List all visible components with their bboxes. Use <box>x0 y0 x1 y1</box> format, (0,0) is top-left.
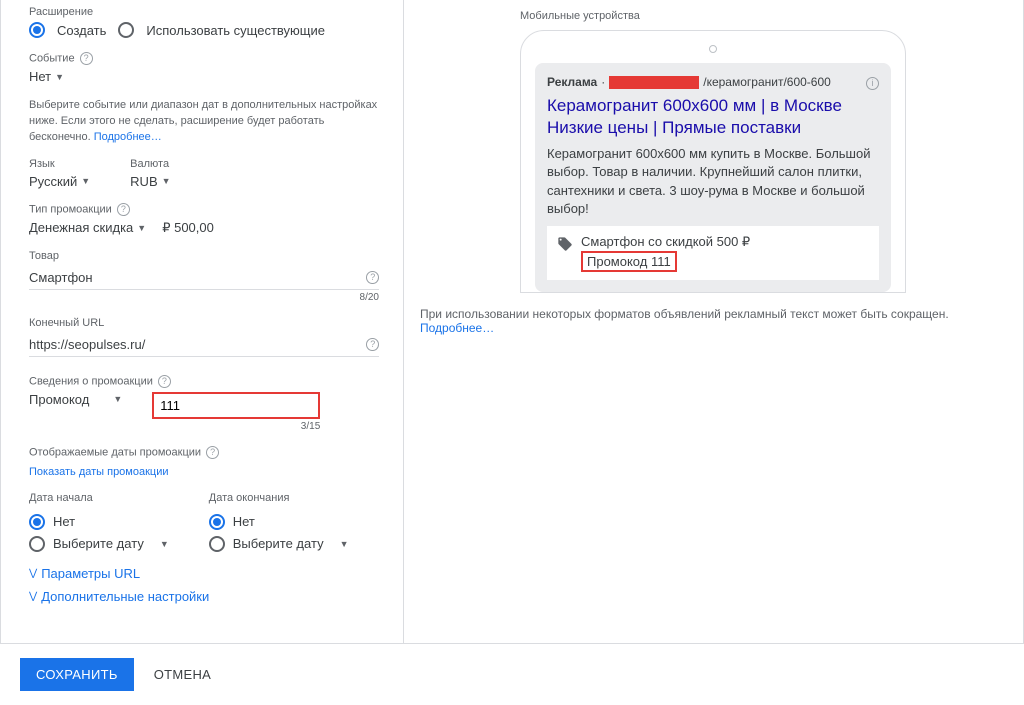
language-label: Язык <box>29 158 90 170</box>
promo-extension[interactable]: Смартфон со скидкой 500 ₽ Промокод 111 <box>547 226 879 280</box>
start-date-label: Дата начала <box>29 492 169 504</box>
ad-headline[interactable]: Керамогранит 600х600 мм | в МосквеНизкие… <box>547 95 879 139</box>
chevron-down-icon: ▼ <box>81 176 90 186</box>
save-button[interactable]: СОХРАНИТЬ <box>20 658 134 691</box>
url-params-link[interactable]: ⋁Параметры URL <box>29 566 387 581</box>
product-counter: 8/20 <box>29 292 379 303</box>
end-date-none[interactable]: Нет <box>209 514 349 530</box>
start-date-none[interactable]: Нет <box>29 514 169 530</box>
help-icon[interactable]: ? <box>117 203 130 216</box>
promo-code-input[interactable] <box>160 398 312 413</box>
promo-code-highlight <box>152 392 320 419</box>
help-icon[interactable]: ? <box>158 375 171 388</box>
event-dropdown[interactable]: Нет▼ <box>29 69 387 84</box>
chevron-down-icon: ⋁ <box>29 568 37 579</box>
phone-preview: i Реклама · /керамогранит/600-600 Керамо… <box>520 30 906 293</box>
ad-label: Реклама <box>547 75 597 89</box>
learn-more-link[interactable]: Подробнее… <box>94 131 162 143</box>
end-date-select[interactable]: Выберите дату▼ <box>209 536 349 552</box>
promo-amount: ₽ 500,00 <box>162 220 214 236</box>
disclaimer-link[interactable]: Подробнее… <box>420 321 494 335</box>
language-dropdown[interactable]: Русский▼ <box>29 174 90 189</box>
phone-notch-icon <box>709 45 717 53</box>
currency-label: Валюта <box>130 158 170 170</box>
advanced-settings-link[interactable]: ⋁Дополнительные настройки <box>29 589 387 604</box>
cancel-button[interactable]: ОТМЕНА <box>154 667 211 682</box>
promo-line1: Смартфон со скидкой 500 ₽ <box>581 234 750 250</box>
promo-line2-highlight: Промокод 111 <box>581 251 677 272</box>
product-label: Товар <box>29 250 387 262</box>
chevron-down-icon: ▼ <box>160 539 169 549</box>
chevron-down-icon: ▼ <box>113 394 122 404</box>
preview-title: Мобильные устройства <box>520 10 1007 22</box>
help-icon[interactable]: ? <box>206 446 219 459</box>
radio-create-label: Создать <box>57 23 106 38</box>
chevron-down-icon: ▼ <box>340 539 349 549</box>
display-dates-label: Отображаемые даты промоакции ? <box>29 446 387 459</box>
chevron-down-icon: ▼ <box>137 223 146 233</box>
chevron-down-icon: ▼ <box>55 72 64 82</box>
final-url-input[interactable] <box>29 333 364 356</box>
help-icon[interactable]: ? <box>366 338 379 351</box>
promo-details-label: Сведения о промоакции ? <box>29 375 387 388</box>
final-url-label: Конечный URL <box>29 317 387 329</box>
product-input[interactable] <box>29 266 364 289</box>
tag-icon <box>557 236 573 252</box>
extension-label: Расширение <box>29 6 387 18</box>
help-icon[interactable]: ? <box>366 271 379 284</box>
radio-use-existing-label: Использовать существующие <box>146 23 325 38</box>
promo-type-dropdown[interactable]: Денежная скидка▼ <box>29 220 146 235</box>
radio-create[interactable] <box>29 22 45 38</box>
disclaimer-text: При использовании некоторых форматов объ… <box>420 307 949 321</box>
event-hint: Выберите событие или диапазон дат в допо… <box>29 98 387 146</box>
promo-details-dropdown[interactable]: Промокод▼ <box>29 392 122 407</box>
help-icon[interactable]: ? <box>80 52 93 65</box>
start-date-select[interactable]: Выберите дату▼ <box>29 536 169 552</box>
promo-code-counter: 3/15 <box>152 421 320 432</box>
info-icon: i <box>866 77 879 90</box>
ad-description: Керамогранит 600х600 мм купить в Москве.… <box>547 145 879 218</box>
ad-path: /керамогранит/600-600 <box>703 75 831 89</box>
event-label: Событие ? <box>29 52 387 65</box>
redacted-block <box>609 76 699 89</box>
chevron-down-icon: ⋁ <box>29 591 37 602</box>
radio-use-existing[interactable] <box>118 22 134 38</box>
chevron-down-icon: ▼ <box>162 176 171 186</box>
end-date-label: Дата окончания <box>209 492 349 504</box>
promo-type-label: Тип промоакции ? <box>29 203 387 216</box>
show-dates-link[interactable]: Показать даты промоакции <box>29 466 169 478</box>
currency-dropdown[interactable]: RUB▼ <box>130 174 170 189</box>
